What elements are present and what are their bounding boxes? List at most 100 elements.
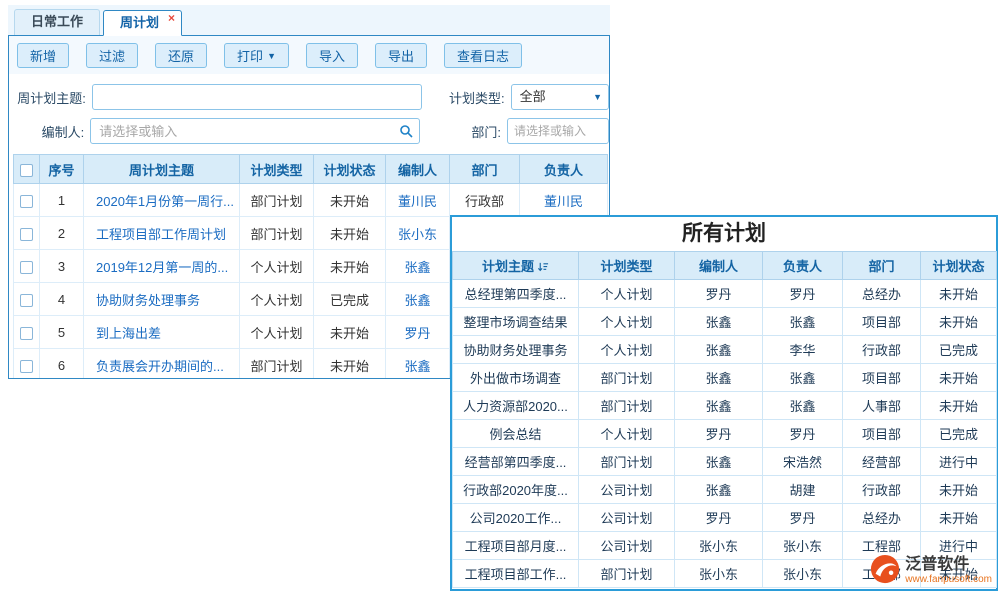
cell-status: 未开始 <box>921 280 997 308</box>
cell-status: 未开始 <box>314 184 386 217</box>
cell-type: 个人计划 <box>579 280 675 308</box>
tab-weekly-plan[interactable]: 周计划 × <box>103 10 182 36</box>
compiler-link[interactable]: 张鑫 <box>404 260 430 275</box>
plan-row[interactable]: 公司2020工作... 公司计划 罗丹 罗丹 总经办 未开始 <box>453 504 997 532</box>
cell-dept: 经营部 <box>843 448 921 476</box>
cell-compiler: 罗丹 <box>675 504 763 532</box>
cell-type: 部门计划 <box>579 364 675 392</box>
cell-type: 部门计划 <box>240 217 314 250</box>
plan-subject-link[interactable]: 工程项目部工作周计划 <box>96 227 226 242</box>
plan-row[interactable]: 人力资源部2020... 部门计划 张鑫 张鑫 人事部 未开始 <box>453 392 997 420</box>
cell-type: 个人计划 <box>579 336 675 364</box>
button-label: 过滤 <box>99 46 125 65</box>
cell-compiler: 张鑫 <box>675 308 763 336</box>
compiler-link[interactable]: 张小东 <box>398 227 437 242</box>
cell-subject: 工程项目部月度... <box>453 532 579 560</box>
plan-row[interactable]: 总经理第四季度... 个人计划 罗丹 罗丹 总经办 未开始 <box>453 280 997 308</box>
cell-type: 个人计划 <box>240 316 314 349</box>
plan-row[interactable]: 行政部2020年度... 公司计划 张鑫 胡建 行政部 未开始 <box>453 476 997 504</box>
cell-subject: 例会总结 <box>453 420 579 448</box>
toolbar: 新增 过滤 还原 打印 ▼ 导入 导出 查看日志 <box>9 36 609 74</box>
col-header-subject[interactable]: 计划主题 <box>453 252 579 280</box>
tab-bar: 日常工作 周计划 × <box>8 5 610 35</box>
cell-status: 未开始 <box>921 504 997 532</box>
plan-subject-link[interactable]: 协助财务处理事务 <box>96 293 200 308</box>
plan-row[interactable]: 协助财务处理事务 个人计划 张鑫 李华 行政部 已完成 <box>453 336 997 364</box>
plan-subject-link[interactable]: 2020年1月份第一周行... <box>96 194 234 209</box>
row-checkbox[interactable] <box>20 228 33 241</box>
cell-dept: 行政部 <box>843 336 921 364</box>
compiler-link[interactable]: 董川民 <box>398 194 437 209</box>
cell-type: 部门计划 <box>579 560 675 588</box>
plan-row[interactable]: 整理市场调查结果 个人计划 张鑫 张鑫 项目部 未开始 <box>453 308 997 336</box>
compiler-filter-label: 编制人: <box>9 122 84 141</box>
cell-type: 个人计划 <box>579 420 675 448</box>
compiler-link[interactable]: 张鑫 <box>404 359 430 374</box>
cell-dept: 总经办 <box>843 280 921 308</box>
select-all-checkbox[interactable] <box>20 164 33 177</box>
cell-status: 未开始 <box>314 250 386 283</box>
cell-compiler: 罗丹 <box>675 280 763 308</box>
subject-filter-label: 周计划主题: <box>9 88 86 107</box>
cell-compiler: 张鑫 <box>675 392 763 420</box>
row-checkbox[interactable] <box>20 195 33 208</box>
compiler-filter-input[interactable] <box>90 118 420 144</box>
filter-button[interactable]: 过滤 <box>86 43 138 68</box>
plan-subject-link[interactable]: 负责展会开办期间的... <box>96 359 224 374</box>
add-button[interactable]: 新增 <box>17 43 69 68</box>
plan-row[interactable]: 经营部第四季度... 部门计划 张鑫 宋浩然 经营部 进行中 <box>453 448 997 476</box>
caret-down-icon: ▼ <box>593 85 602 109</box>
cell-dept: 人事部 <box>843 392 921 420</box>
owner-link[interactable]: 董川民 <box>544 194 583 209</box>
dialog-title: 所有计划 <box>452 217 996 251</box>
tab-daily-work[interactable]: 日常工作 <box>14 9 100 35</box>
type-filter-label: 计划类型: <box>422 88 505 107</box>
sort-icon[interactable] <box>537 261 549 276</box>
view-log-button[interactable]: 查看日志 <box>444 43 522 68</box>
cell-type: 部门计划 <box>240 349 314 380</box>
col-header-compiler: 编制人 <box>675 252 763 280</box>
cell-status: 未开始 <box>314 217 386 250</box>
plan-subject-link[interactable]: 2019年12月第一周的... <box>96 260 228 275</box>
cell-owner: 张鑫 <box>763 364 843 392</box>
cell-no: 2 <box>40 217 84 250</box>
button-label: 导出 <box>388 46 414 65</box>
cell-status: 未开始 <box>921 476 997 504</box>
compiler-link[interactable]: 张鑫 <box>404 293 430 308</box>
cell-status: 已完成 <box>921 336 997 364</box>
type-filter-select[interactable]: 全部 ▼ <box>511 84 609 110</box>
cell-compiler: 张小东 <box>675 532 763 560</box>
cell-compiler: 张鑫 <box>675 448 763 476</box>
tab-label: 周计划 <box>120 15 159 30</box>
row-checkbox[interactable] <box>20 360 33 373</box>
cell-compiler: 张鑫 <box>675 336 763 364</box>
cell-status: 已完成 <box>314 283 386 316</box>
close-icon[interactable]: × <box>168 12 175 24</box>
row-select-cell <box>14 217 40 250</box>
dept-filter-input[interactable] <box>507 118 609 144</box>
row-checkbox[interactable] <box>20 327 33 340</box>
search-icon[interactable] <box>399 124 413 141</box>
restore-button[interactable]: 还原 <box>155 43 207 68</box>
export-button[interactable]: 导出 <box>375 43 427 68</box>
print-button[interactable]: 打印 ▼ <box>224 43 289 68</box>
col-header-type: 计划类型 <box>579 252 675 280</box>
import-button[interactable]: 导入 <box>306 43 358 68</box>
subject-filter-input[interactable] <box>92 84 422 110</box>
col-header-dept: 部门 <box>450 155 520 184</box>
cell-owner: 胡建 <box>763 476 843 504</box>
compiler-link[interactable]: 罗丹 <box>404 326 430 341</box>
cell-subject: 经营部第四季度... <box>453 448 579 476</box>
cell-owner: 张鑫 <box>763 392 843 420</box>
cell-dept: 总经办 <box>843 504 921 532</box>
plan-row[interactable]: 例会总结 个人计划 罗丹 罗丹 项目部 已完成 <box>453 420 997 448</box>
all-plans-dialog: 所有计划 计划主题 计划类型 编制人 负责人 部门 计划状态 <box>450 215 998 591</box>
row-checkbox[interactable] <box>20 261 33 274</box>
dept-filter-label: 部门: <box>420 122 501 141</box>
col-header-compiler: 编制人 <box>386 155 450 184</box>
row-checkbox[interactable] <box>20 294 33 307</box>
table-row[interactable]: 1 2020年1月份第一周行... 部门计划 未开始 董川民 行政部 董川民 <box>14 184 608 217</box>
plan-subject-link[interactable]: 到上海出差 <box>96 326 161 341</box>
plan-row[interactable]: 外出做市场调查 部门计划 张鑫 张鑫 项目部 未开始 <box>453 364 997 392</box>
col-header-subject: 周计划主题 <box>84 155 240 184</box>
